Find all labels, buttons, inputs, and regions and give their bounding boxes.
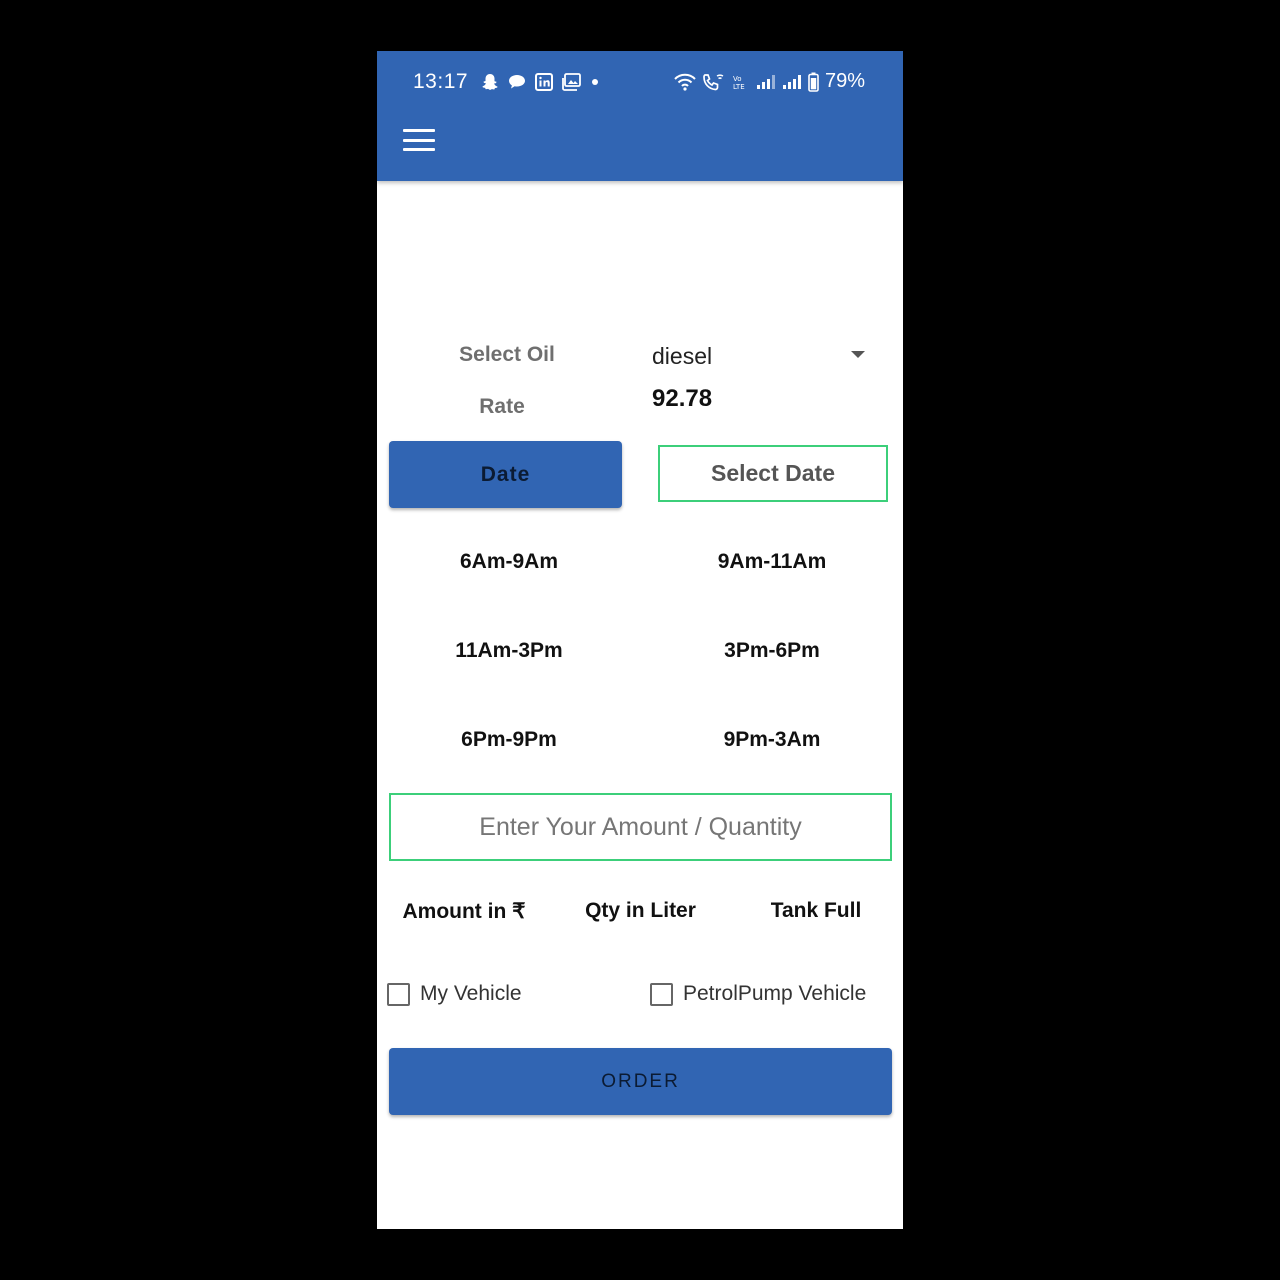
gallery-icon (562, 73, 581, 91)
time-slot-6am-9am[interactable]: 6Am-9Am (389, 550, 629, 574)
dot-icon (592, 79, 598, 85)
my-vehicle-checkbox[interactable]: My Vehicle (387, 982, 522, 1006)
system-icons: Vo LTE 79% (674, 70, 865, 93)
tank-full-option[interactable]: Tank Full (757, 899, 875, 923)
oil-type-value: diesel (652, 343, 713, 369)
select-date-field[interactable]: Select Date (658, 445, 888, 502)
rate-value: 92.78 (652, 385, 713, 412)
time-slot-6pm-9pm[interactable]: 6Pm-9Pm (389, 728, 629, 752)
my-vehicle-label: My Vehicle (420, 982, 522, 1005)
checkbox-unchecked-icon[interactable] (650, 982, 673, 1006)
volte-icon: VoLTE (733, 75, 745, 91)
svg-text:Vo: Vo (733, 75, 742, 83)
oil-type-dropdown[interactable]: diesel (639, 335, 879, 377)
petrolpump-vehicle-label: PetrolPump Vehicle (683, 982, 867, 1005)
checkbox-unchecked-icon[interactable] (387, 982, 410, 1006)
time-slot-11am-3pm[interactable]: 11Am-3Pm (389, 639, 629, 663)
snapchat-icon (482, 74, 498, 90)
amount-in-rupees-option[interactable]: Amount in ₹ (394, 899, 534, 924)
wifi-icon (674, 73, 696, 91)
svg-text:LTE: LTE (733, 83, 745, 91)
petrolpump-vehicle-checkbox[interactable]: PetrolPump Vehicle (650, 982, 866, 1006)
date-button[interactable]: Date (389, 441, 622, 508)
hamburger-menu-icon[interactable] (403, 127, 435, 153)
time-slot-3pm-6pm[interactable]: 3Pm-6Pm (652, 639, 892, 663)
app-bar: 13:17 Vo LTE 79% (377, 51, 903, 181)
caret-down-icon (851, 351, 865, 358)
chat-icon (509, 75, 525, 89)
phone-screen: 13:17 Vo LTE 79% Select Oil diesel Rate … (377, 51, 903, 1229)
signal-icon (756, 74, 775, 89)
wifi-call-icon (703, 73, 724, 90)
amount-quantity-input[interactable] (389, 793, 892, 861)
rate-label: Rate (479, 395, 525, 418)
qty-in-liter-option[interactable]: Qty in Liter (573, 899, 708, 923)
linkedin-icon (535, 73, 553, 91)
select-oil-label: Select Oil (459, 343, 555, 366)
battery-percentage: 79% (824, 70, 865, 92)
status-time: 13:17 (413, 70, 469, 93)
time-slot-9pm-3am[interactable]: 9Pm-3Am (652, 728, 892, 752)
time-slot-9am-11am[interactable]: 9Am-11Am (652, 550, 892, 574)
notification-icons (481, 73, 599, 91)
signal-icon (782, 74, 801, 89)
battery-icon (808, 72, 819, 92)
status-bar: 13:17 Vo LTE 79% (377, 51, 903, 113)
order-button[interactable]: ORDER (389, 1048, 892, 1115)
